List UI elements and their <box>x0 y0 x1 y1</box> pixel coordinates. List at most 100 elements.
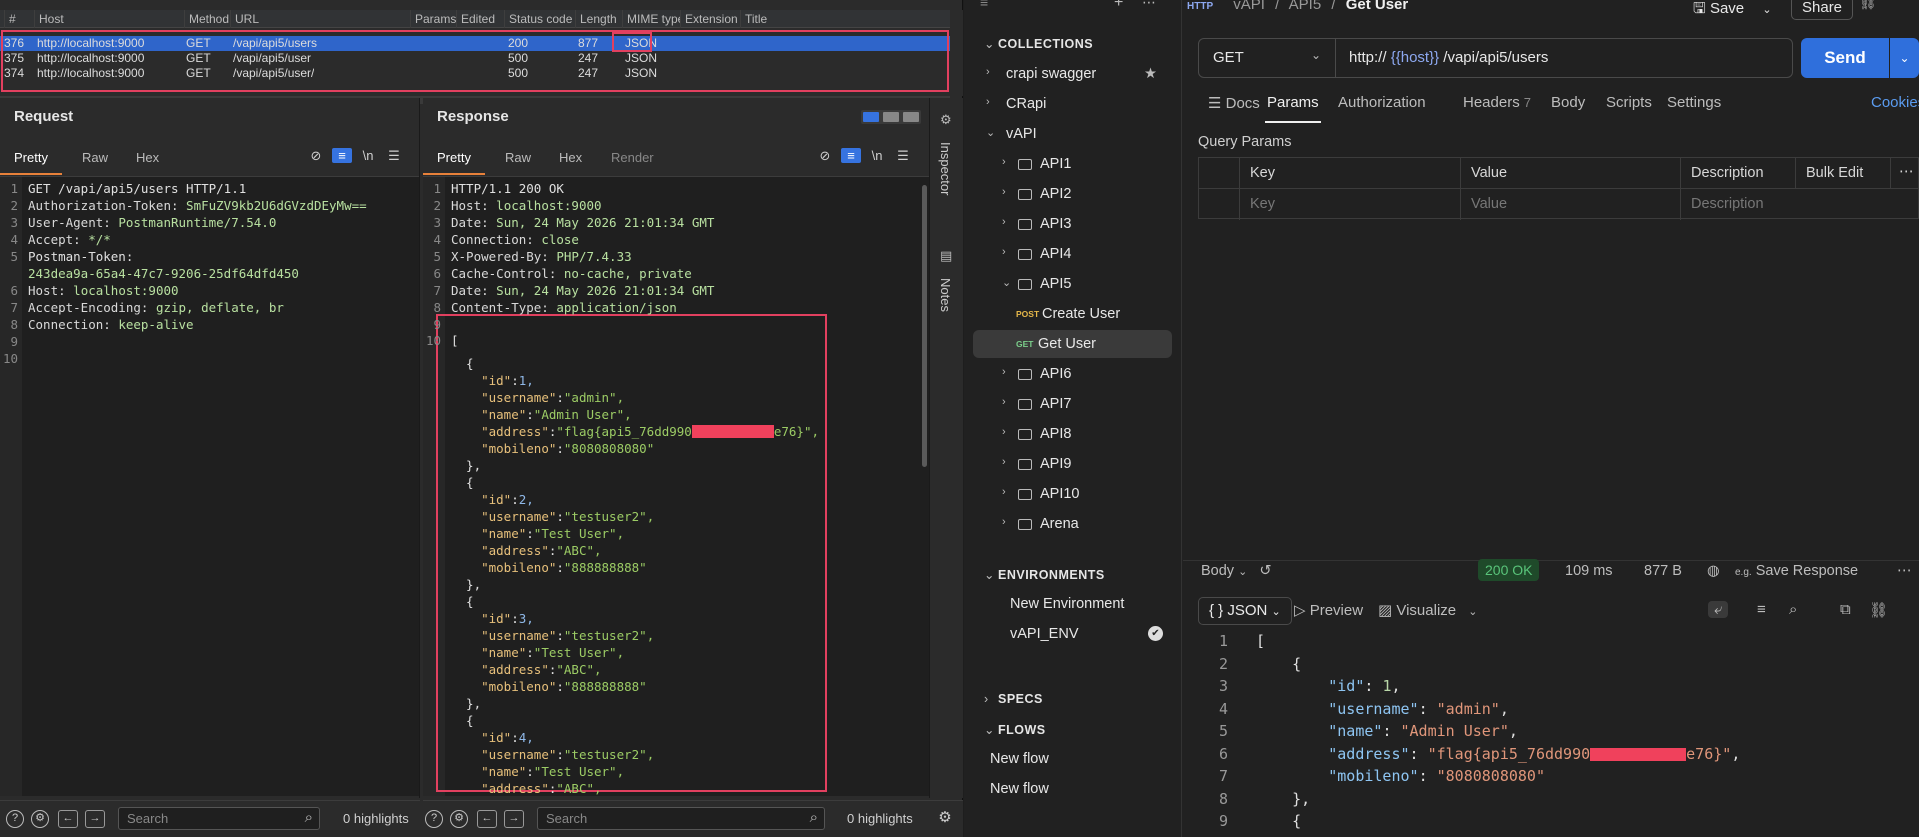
sidebar-item-arena[interactable]: › Arena <box>964 510 1174 538</box>
settings-icon[interactable]: ⚙ <box>31 810 49 828</box>
save-response-button[interactable]: e.g. Save Response <box>1735 563 1858 579</box>
filter-icon[interactable]: ≡ <box>1757 601 1766 618</box>
chevron-right-icon[interactable]: › <box>986 66 990 78</box>
save-button[interactable]: 🖫 Save ⌄ <box>1683 0 1782 20</box>
more-icon[interactable]: ⋯ <box>1897 563 1912 579</box>
send-button[interactable]: Send <box>1801 38 1889 78</box>
value-input[interactable]: Value <box>1460 189 1680 220</box>
history-column-header[interactable]: Length <box>575 10 622 28</box>
sidebar-item-api9[interactable]: › API9 <box>964 450 1174 478</box>
description-input[interactable]: Description <box>1680 189 1919 220</box>
help-icon[interactable]: ? <box>6 810 24 828</box>
wrap-icon[interactable]: ⤶ <box>1708 601 1729 618</box>
environments-section[interactable]: ⌄ ENVIRONMENTS <box>984 567 1105 582</box>
wrap-lines-icon[interactable]: ≡ <box>332 148 352 163</box>
sidebar-item-api3[interactable]: › API3 <box>964 210 1174 238</box>
visualize-button[interactable]: ▨ Visualize ⌄ <box>1378 601 1478 619</box>
request-name[interactable]: Get User <box>1346 0 1409 13</box>
tab-scripts[interactable]: Scripts <box>1606 94 1652 111</box>
forward-icon[interactable]: → <box>504 810 524 828</box>
url-input[interactable]: http:// {{host}} /vapi/api5/users <box>1349 49 1548 66</box>
tab-body[interactable]: Body <box>1551 94 1585 111</box>
settings-icon[interactable]: ⚙ <box>450 810 468 828</box>
sidebar-item-api5[interactable]: ⌄ API5 <box>964 270 1174 298</box>
copy-icon[interactable]: ⧉ <box>1840 601 1851 618</box>
menu-icon[interactable]: ☰ <box>384 148 404 164</box>
chevron-down-icon[interactable]: ⌄ <box>986 126 995 139</box>
search-icon[interactable]: ⌕ <box>1789 601 1797 618</box>
rows-view-icon[interactable] <box>883 112 899 122</box>
gear-icon[interactable]: ⚙ <box>936 810 954 828</box>
history-column-header[interactable]: MIME type <box>622 10 680 28</box>
layout-toggle[interactable] <box>861 110 921 124</box>
history-column-header[interactable]: Host <box>34 10 184 28</box>
key-input[interactable]: Key <box>1239 189 1460 220</box>
hide-icon[interactable]: ⊘ <box>815 148 835 164</box>
bulk-edit-button[interactable]: Bulk Edit <box>1795 158 1890 189</box>
request-tab-pretty[interactable]: Pretty <box>0 150 62 175</box>
forward-icon[interactable]: → <box>85 810 105 828</box>
wrap-lines-icon[interactable]: ≡ <box>841 148 861 163</box>
more-icon[interactable]: ⋯ <box>1142 0 1156 11</box>
history-column-header[interactable]: URL <box>230 10 410 28</box>
plus-icon[interactable]: + <box>1114 0 1123 12</box>
response-tab-pretty[interactable]: Pretty <box>423 150 485 175</box>
response-tab-raw[interactable]: Raw <box>505 150 531 165</box>
chevron-down-icon[interactable]: ⌄ <box>1762 4 1771 16</box>
request-search-input[interactable]: Search <box>118 807 320 830</box>
help-icon[interactable]: ? <box>425 810 443 828</box>
inspector-icon[interactable]: ⚙ <box>940 112 952 128</box>
preview-button[interactable]: ▷ Preview <box>1294 601 1363 619</box>
chevron-right-icon[interactable]: › <box>1002 156 1006 168</box>
history-column-header[interactable]: # <box>4 10 34 28</box>
environment-item-active[interactable]: vAPI_ENV ✔ <box>964 620 1174 648</box>
filter-icon[interactable]: ≡ <box>980 0 988 10</box>
chevron-right-icon[interactable]: › <box>1002 366 1006 378</box>
flow-item[interactable]: New flow <box>964 775 1174 803</box>
split-view-icon[interactable] <box>863 112 879 122</box>
link-icon[interactable]: ⛓ <box>1869 601 1888 619</box>
history-column-header[interactable]: Edited <box>456 10 504 28</box>
chevron-right-icon[interactable]: › <box>1002 486 1006 498</box>
response-tab-render[interactable]: Render <box>611 150 654 165</box>
request-tab-raw[interactable]: Raw <box>82 150 108 165</box>
chevron-right-icon[interactable]: › <box>1002 186 1006 198</box>
sidebar-item-get-user[interactable]: GET Get User <box>973 330 1172 358</box>
chevron-right-icon[interactable]: › <box>1002 516 1006 528</box>
chevron-right-icon[interactable]: › <box>1002 396 1006 408</box>
more-icon[interactable]: ⋯ <box>1890 158 1919 189</box>
history-row[interactable]: 376 http://localhost:9000 GET/vapi/api5/us… <box>0 36 950 51</box>
sidebar-item-api8[interactable]: › API8 <box>964 420 1174 448</box>
response-editor[interactable]: 1 HTTP/1.1 200 OK 2 Host: localhost:9000 3 Da… <box>423 176 929 796</box>
inspector-tab[interactable]: Inspector <box>938 142 953 195</box>
history-column-header[interactable]: Status code <box>504 10 575 28</box>
history-column-header[interactable]: Method <box>184 10 230 28</box>
link-icon[interactable]: ⛓ <box>1859 0 1877 11</box>
newline-toggle[interactable]: \n <box>358 148 378 163</box>
breadcrumb-collection[interactable]: vAPI <box>1233 0 1265 13</box>
single-view-icon[interactable] <box>903 112 919 122</box>
response-tab-hex[interactable]: Hex <box>559 150 582 165</box>
sidebar-item-api4[interactable]: › API4 <box>964 240 1174 268</box>
chevron-right-icon[interactable]: › <box>1002 426 1006 438</box>
notes-tab[interactable]: Notes <box>938 278 953 312</box>
chevron-right-icon[interactable]: › <box>1002 456 1006 468</box>
chevron-down-icon[interactable]: ⌄ <box>1002 276 1011 289</box>
chevron-right-icon[interactable]: › <box>1002 246 1006 258</box>
response-search-input[interactable]: Search <box>537 807 825 830</box>
response-scrollbar[interactable] <box>922 185 927 467</box>
tab-settings[interactable]: Settings <box>1667 94 1721 111</box>
format-select[interactable]: { } JSON ⌄ <box>1198 597 1292 625</box>
sidebar-item-api10[interactable]: › API10 <box>964 480 1174 508</box>
send-options-chevron-icon[interactable]: ⌄ <box>1890 38 1919 78</box>
sidebar-item-api1[interactable]: › API1 <box>964 150 1174 178</box>
tab-params[interactable]: Params <box>1265 94 1321 123</box>
tab-authorization[interactable]: Authorization <box>1338 94 1426 111</box>
sidebar-item-create-user[interactable]: POST Create User <box>964 300 1174 328</box>
back-icon[interactable]: ← <box>58 810 78 828</box>
cookies-link[interactable]: Cookies <box>1871 94 1919 111</box>
response-body-viewer[interactable]: 1 [2 {3 "id": 1, 4 "username": "admin", 5 "… <box>1198 632 1919 837</box>
sidebar-item-api6[interactable]: › API6 <box>964 360 1174 388</box>
share-button[interactable]: Share <box>1791 0 1854 20</box>
history-row[interactable]: 374 http://localhost:9000 GET/vapi/api5/us… <box>0 66 950 81</box>
